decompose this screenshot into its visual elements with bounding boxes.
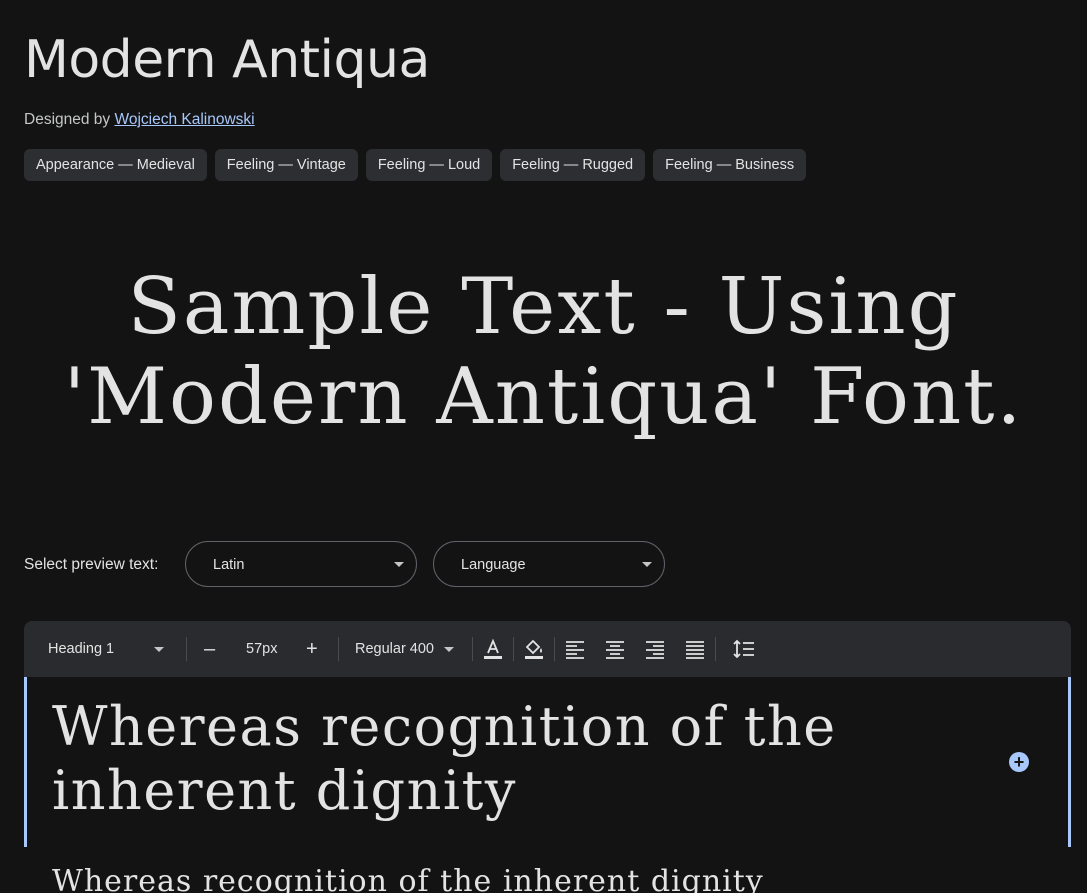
toolbar-divider: [186, 637, 187, 661]
tag-chip-loud[interactable]: Feeling — Loud: [365, 149, 493, 181]
line-height-icon[interactable]: [732, 637, 756, 661]
preview-editor[interactable]: Whereas recognition of the inherent dign…: [24, 677, 1071, 847]
fill-color-icon[interactable]: [522, 637, 546, 661]
editor-toolbar: Heading 1 – 57px + Regular 400: [24, 621, 1071, 677]
align-right-icon[interactable]: [643, 637, 667, 661]
designed-by-label: Designed by: [24, 111, 111, 128]
chevron-down-icon: [444, 646, 455, 652]
chevron-down-icon: [642, 562, 652, 567]
toolbar-divider: [513, 637, 514, 661]
chevron-down-icon: [154, 646, 165, 652]
script-select-value: Latin: [213, 557, 245, 573]
hero-sample-text: Sample Text - Using 'Modern Antiqua' Fon…: [0, 262, 1087, 442]
align-justify-icon[interactable]: [683, 637, 707, 661]
hero-line-1: Sample Text - Using: [127, 262, 960, 352]
align-center-icon[interactable]: [603, 637, 627, 661]
toolbar-divider: [554, 637, 555, 661]
preview-text-label: Select preview text:: [24, 556, 159, 573]
designer-link[interactable]: Wojciech Kalinowski: [114, 111, 254, 128]
tag-chip-rugged[interactable]: Feeling — Rugged: [500, 149, 646, 181]
text-style-select[interactable]: Heading 1: [48, 621, 165, 677]
tag-chip-business[interactable]: Feeling — Business: [653, 149, 807, 181]
tag-chip-vintage[interactable]: Feeling — Vintage: [214, 149, 358, 181]
hero-line-2: 'Modern Antiqua' Font.: [63, 352, 1024, 442]
text-style-value: Heading 1: [48, 641, 115, 657]
language-select[interactable]: Language: [433, 541, 665, 587]
tag-chip-medieval[interactable]: Appearance — Medieval: [24, 149, 207, 181]
toolbar-divider: [715, 637, 716, 661]
font-weight-value: Regular 400: [355, 641, 434, 657]
add-icon[interactable]: +: [1009, 752, 1029, 772]
tag-list: Appearance — Medieval Feeling — Vintage …: [24, 149, 807, 181]
minus-icon: –: [204, 638, 216, 660]
align-left-icon[interactable]: [563, 637, 587, 661]
toolbar-divider: [472, 637, 473, 661]
font-weight-select[interactable]: Regular 400: [355, 621, 455, 677]
editor-heading-text[interactable]: Whereas recognition of the inherent dign…: [52, 695, 872, 823]
toolbar-divider: [338, 637, 339, 661]
plus-icon: +: [306, 638, 318, 660]
font-size-value[interactable]: 57px: [246, 621, 277, 677]
chevron-down-icon: [394, 562, 404, 567]
language-select-value: Language: [461, 557, 526, 573]
font-title: Modern Antiqua: [24, 30, 430, 90]
designer-line: Designed by Wojciech Kalinowski: [24, 110, 255, 130]
text-color-icon[interactable]: [481, 637, 505, 661]
editor-next-paragraph[interactable]: Whereas recognition of the inherent dign…: [52, 862, 764, 893]
font-page: Modern Antiqua Designed by Wojciech Kali…: [0, 0, 1087, 893]
decrease-size-button[interactable]: –: [204, 621, 215, 677]
increase-size-button[interactable]: +: [306, 621, 318, 677]
script-select[interactable]: Latin: [185, 541, 417, 587]
